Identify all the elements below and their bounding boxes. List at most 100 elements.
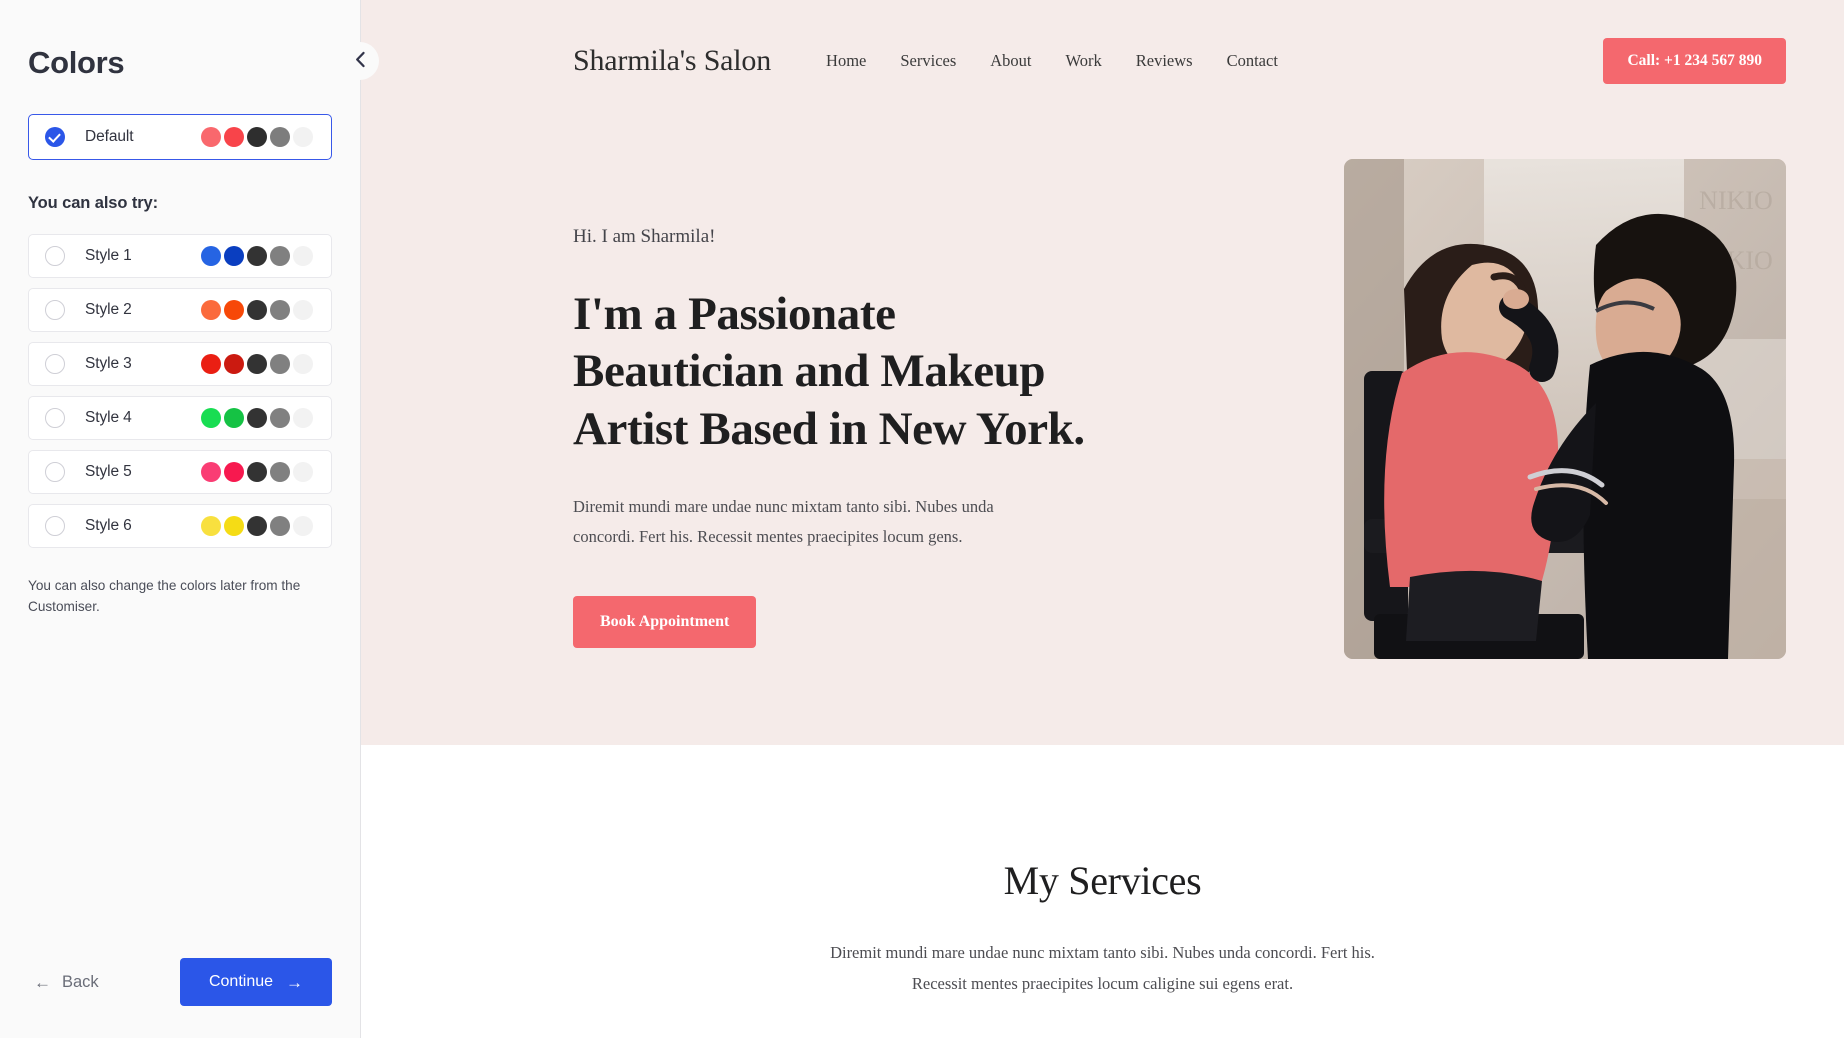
sidebar-footer: ← Back Continue → (0, 926, 360, 1038)
hero-description: Diremit mundi mare undae nunc mixtam tan… (573, 496, 994, 546)
hero-section: Sharmila's Salon Home Services About Work Re… (361, 0, 1844, 745)
palette-option-style-6[interactable]: Style 6 (28, 504, 332, 548)
color-swatch (293, 300, 313, 320)
palette-swatches (201, 408, 313, 428)
palette-label: Style 5 (85, 463, 132, 480)
palette-option-style-5[interactable]: Style 5 (28, 450, 332, 494)
color-swatch (247, 462, 267, 482)
colors-sidebar: Colors Default You can also try: Style 1… (0, 0, 379, 1038)
color-swatch (224, 246, 244, 266)
alternatives-heading: You can also try: (28, 194, 159, 212)
color-swatch (201, 300, 221, 320)
back-button-label: Back (62, 972, 99, 991)
continue-button-label: Continue (208, 973, 274, 990)
color-swatch (270, 127, 290, 147)
hero-image-column: NIKIO NIKIO (1344, 154, 1786, 659)
radio-icon[interactable] (45, 246, 65, 266)
color-swatch (293, 246, 313, 266)
color-swatch (201, 246, 221, 266)
color-swatch (201, 408, 221, 428)
hero-kicker: Hi. I am Sharmila! (573, 226, 716, 247)
palette-label: Style 4 (85, 409, 132, 426)
color-swatch (270, 408, 290, 428)
color-swatch (247, 300, 267, 320)
hero-title-line-3: Artist Based in New York. (573, 402, 1085, 455)
palette-label: Style 6 (85, 517, 132, 534)
hero-title: I'm a Passionate Beautician and Makeup A… (573, 286, 1193, 458)
hero-content: Hi. I am Sharmila! I'm a Passionate Beau… (361, 88, 1844, 659)
nav-item-home[interactable]: Home (809, 45, 883, 77)
palette-swatches (201, 300, 313, 320)
nav-item-work[interactable]: Work (1049, 45, 1119, 77)
hero-photo: NIKIO NIKIO (1344, 159, 1786, 659)
palette-option-style-4[interactable]: Style 4 (28, 396, 332, 440)
hero-text-column: Hi. I am Sharmila! I'm a Passionate Beau… (573, 154, 1193, 659)
hero-title-line-1: I'm a Passionate (573, 288, 896, 340)
customiser-note: You can also change the colors later fro… (28, 578, 301, 615)
palette-option-style-3[interactable]: Style 3 (28, 342, 332, 386)
palette-label: Style 3 (85, 355, 132, 372)
color-swatch (293, 127, 313, 147)
color-swatch (270, 516, 290, 536)
hero-title-line-2: Beautician and Makeup (573, 345, 1046, 398)
color-swatch (247, 246, 267, 266)
color-swatch (201, 127, 221, 147)
collapse-sidebar-button[interactable] (341, 42, 379, 80)
radio-icon[interactable] (45, 354, 65, 374)
color-swatch (224, 300, 244, 320)
color-swatch (270, 246, 290, 266)
arrow-right-icon: → (286, 972, 304, 992)
onboarding-screen: Colors Default You can also try: Style 1… (0, 0, 1844, 1038)
color-swatch (224, 516, 244, 536)
call-button[interactable]: Call: +1 234 567 890 (1603, 37, 1786, 84)
color-swatch (201, 462, 221, 482)
site-header: Sharmila's Salon Home Services About Work Re… (361, 0, 1844, 88)
palette-label: Default (85, 128, 134, 145)
palette-swatches (201, 516, 313, 536)
continue-button[interactable]: Continue → (180, 958, 332, 1006)
palette-swatches (201, 462, 313, 482)
radio-icon[interactable] (45, 516, 65, 536)
arrow-left-icon: ← (34, 972, 51, 992)
color-swatch (201, 516, 221, 536)
page-title: Colors (28, 45, 125, 80)
color-swatch (270, 462, 290, 482)
color-swatch (201, 354, 221, 374)
color-swatch (270, 354, 290, 374)
palette-list: Style 1 Style 2 Style 3 Style 4 Style 5 Style… (28, 234, 332, 548)
services-heading: My Services (1003, 858, 1202, 903)
services-description: Diremit mundi mare undae nunc mixtam tan… (830, 943, 1375, 993)
color-swatch (224, 127, 244, 147)
color-swatch (293, 516, 313, 536)
radio-selected-icon[interactable] (45, 127, 65, 147)
nav-item-services[interactable]: Services (883, 45, 973, 77)
radio-icon[interactable] (45, 300, 65, 320)
radio-icon[interactable] (45, 462, 65, 482)
services-section: My Services Diremit mundi mare undae nun… (361, 745, 1844, 1038)
color-swatch (293, 462, 313, 482)
nav-item-reviews[interactable]: Reviews (1119, 45, 1210, 77)
palette-swatches (201, 354, 313, 374)
service-cards (361, 999, 1844, 1038)
palette-swatches (201, 127, 313, 147)
palette-label: Style 1 (85, 247, 132, 264)
sidebar-content: Colors Default You can also try: Style 1… (0, 0, 360, 926)
site-preview[interactable]: Sharmila's Salon Home Services About Work Re… (361, 0, 1844, 1038)
book-appointment-button[interactable]: Book Appointment (573, 596, 757, 649)
site-nav: Home Services About Work Reviews Contact (809, 45, 1295, 77)
color-swatch (224, 462, 244, 482)
chevron-left-icon (354, 51, 367, 71)
palette-swatches (201, 246, 313, 266)
color-swatch (270, 300, 290, 320)
palette-option-default[interactable]: Default (28, 114, 332, 160)
nav-item-about[interactable]: About (973, 45, 1048, 77)
color-swatch (247, 408, 267, 428)
nav-item-contact[interactable]: Contact (1210, 45, 1295, 77)
color-swatch (224, 354, 244, 374)
palette-option-style-1[interactable]: Style 1 (28, 234, 332, 278)
back-button[interactable]: ← Back (28, 965, 105, 1000)
radio-icon[interactable] (45, 408, 65, 428)
site-logo[interactable]: Sharmila's Salon (573, 44, 771, 78)
color-swatch (224, 408, 244, 428)
palette-option-style-2[interactable]: Style 2 (28, 288, 332, 332)
